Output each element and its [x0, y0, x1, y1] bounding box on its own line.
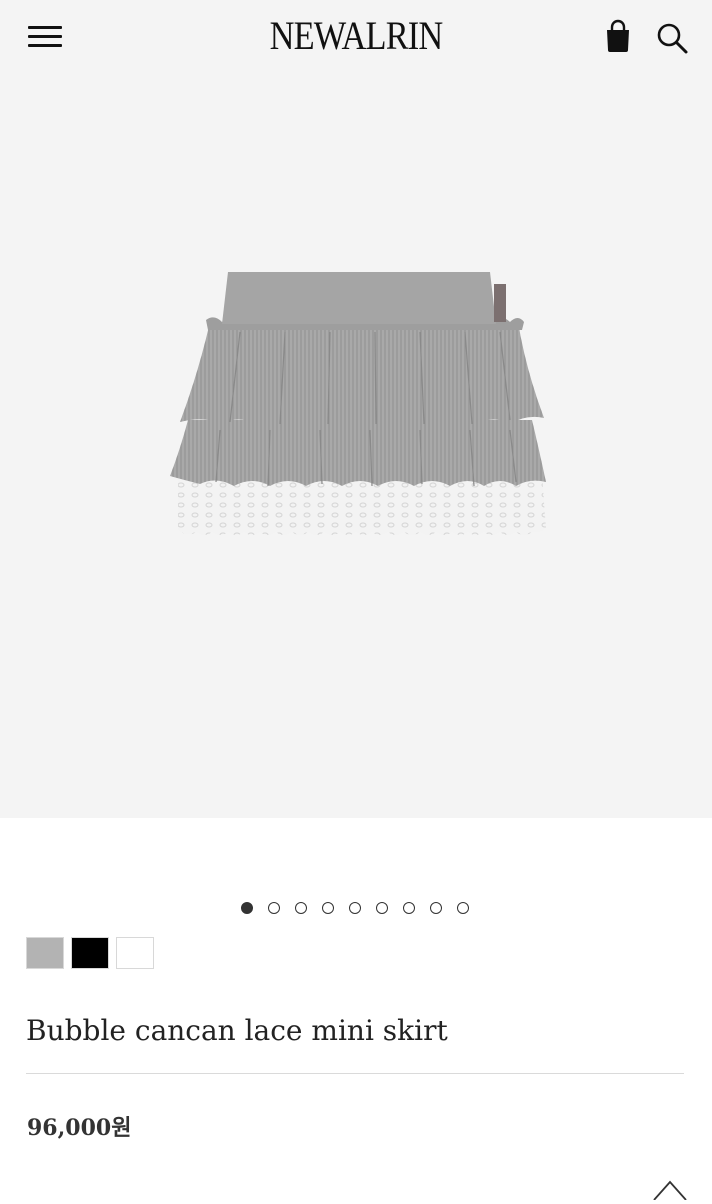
search-icon[interactable]: [654, 20, 690, 56]
pagination-dot[interactable]: [403, 902, 415, 914]
pagination-dot[interactable]: [376, 902, 388, 914]
divider: [26, 1073, 684, 1074]
pagination-dot[interactable]: [322, 902, 334, 914]
pagination-dot[interactable]: [430, 902, 442, 914]
product-price: 96,000원: [27, 1115, 132, 1141]
pagination-dot[interactable]: [457, 902, 469, 914]
pagination-dot[interactable]: [349, 902, 361, 914]
product-image-skirt: [170, 272, 546, 535]
chevron-up-icon[interactable]: [650, 1176, 690, 1201]
pagination-dot[interactable]: [268, 902, 280, 914]
swatch-white[interactable]: [116, 937, 154, 969]
pagination-dot[interactable]: [241, 902, 253, 914]
product-title: Bubble cancan lace mini skirt: [26, 1014, 448, 1047]
swatch-gray[interactable]: [26, 937, 64, 969]
site-header: NEWALRIN: [0, 0, 712, 80]
product-image-gallery[interactable]: [0, 80, 712, 818]
pagination-dot[interactable]: [295, 902, 307, 914]
shopping-bag-icon[interactable]: [602, 18, 634, 54]
swatch-black[interactable]: [71, 937, 109, 969]
brand-logo[interactable]: NEWALRIN: [50, 12, 662, 59]
gallery-pagination: [0, 900, 712, 920]
